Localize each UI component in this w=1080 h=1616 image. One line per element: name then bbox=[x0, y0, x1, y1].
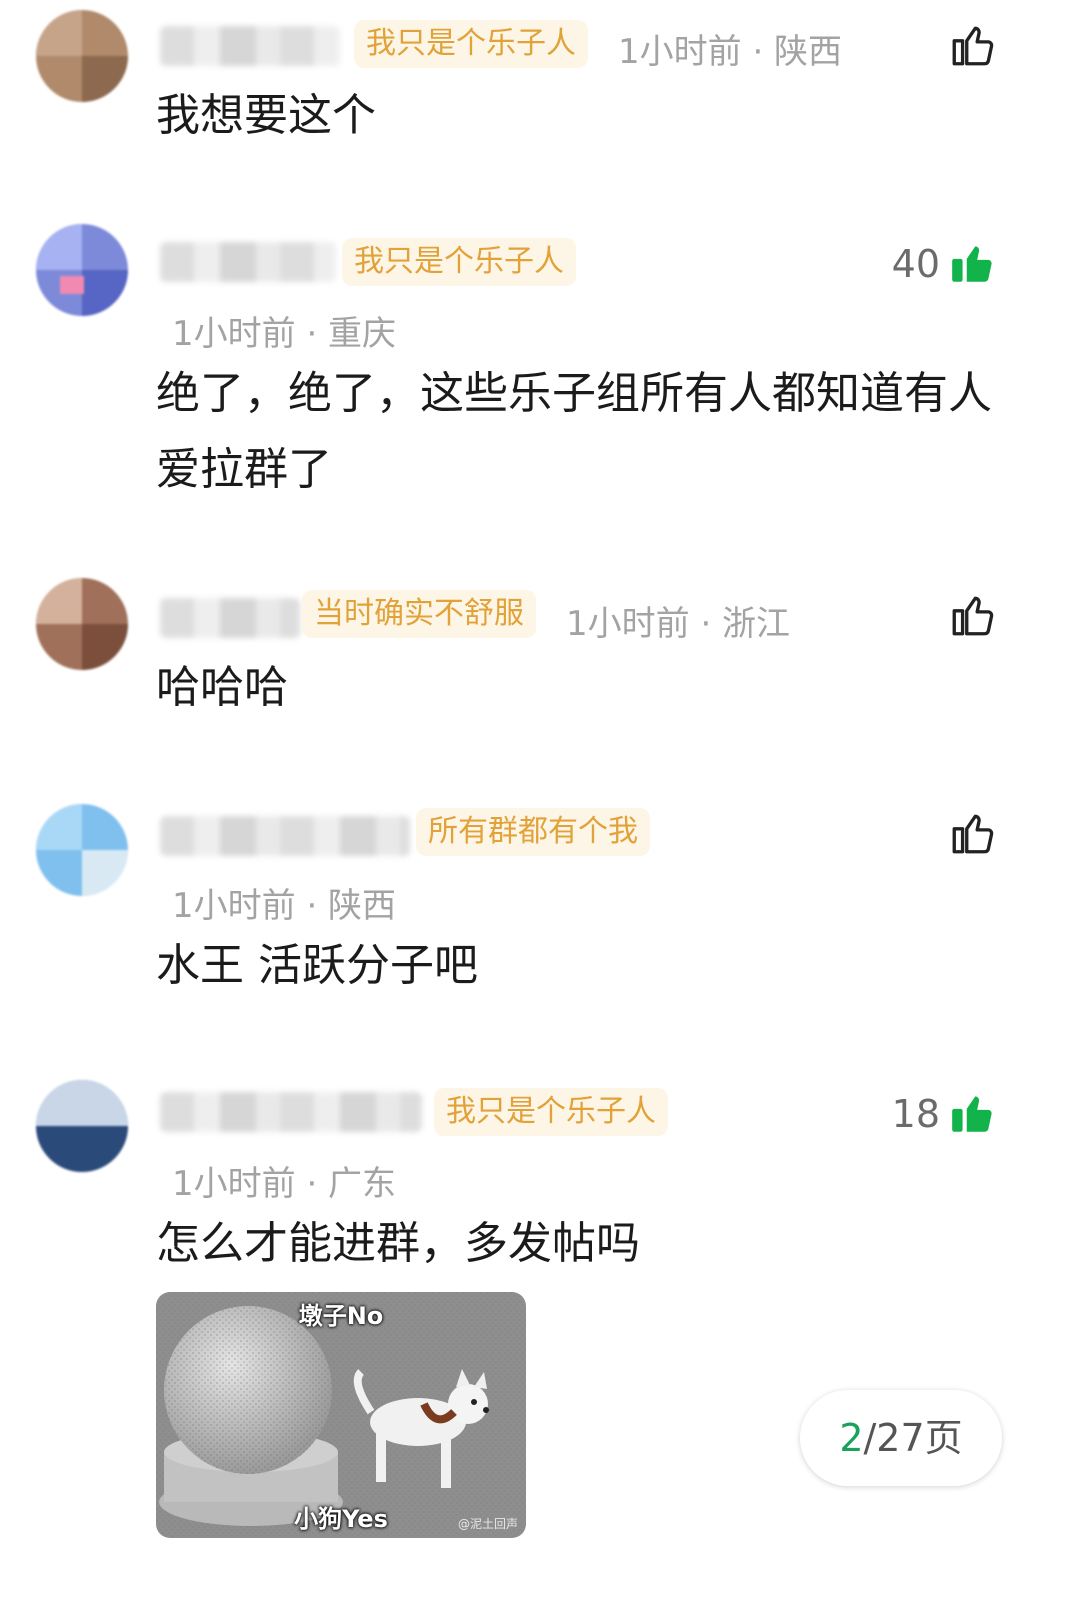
user-badge: 我只是个乐子人 bbox=[342, 238, 576, 286]
username-blurred[interactable] bbox=[160, 816, 410, 856]
page-indicator[interactable]: 2/27页 bbox=[800, 1390, 1002, 1486]
username-blurred[interactable] bbox=[160, 598, 300, 638]
thumbs-up-filled-icon[interactable] bbox=[948, 1088, 998, 1138]
user-badge: 我只是个乐子人 bbox=[434, 1088, 668, 1136]
thumbs-up-filled-icon[interactable] bbox=[948, 238, 998, 288]
avatar[interactable] bbox=[36, 10, 128, 102]
comment-text: 水王 活跃分子吧 bbox=[156, 940, 478, 991]
avatar[interactable] bbox=[36, 804, 128, 896]
avatar[interactable] bbox=[36, 224, 128, 316]
meme-caption-top: 墩子No bbox=[298, 1302, 384, 1330]
comment-text: 我想要这个 bbox=[156, 90, 376, 141]
comment-meta: 1小时前 · 陕西 bbox=[172, 886, 397, 926]
meme-image[interactable]: 墩子No 小狗Yes @泥土回声 bbox=[156, 1292, 526, 1538]
total-pages: /27页 bbox=[863, 1416, 963, 1460]
comment-meta: 1小时前 · 广东 bbox=[172, 1164, 397, 1204]
current-page: 2 bbox=[839, 1416, 864, 1460]
username-blurred[interactable] bbox=[160, 26, 340, 66]
thumbs-up-outline-icon[interactable] bbox=[948, 590, 998, 640]
avatar[interactable] bbox=[36, 1080, 128, 1172]
comment-text: 怎么才能进群，多发帖吗 bbox=[156, 1218, 640, 1269]
like-count: 40 bbox=[891, 242, 940, 286]
comment-meta: 1小时前 · 浙江 bbox=[566, 604, 791, 644]
username-blurred[interactable] bbox=[160, 242, 336, 282]
user-badge: 所有群都有个我 bbox=[416, 808, 650, 856]
comment-meta: 1小时前 · 重庆 bbox=[172, 314, 397, 354]
user-badge: 当时确实不舒服 bbox=[302, 590, 536, 638]
thumbs-up-outline-icon[interactable] bbox=[948, 808, 998, 858]
comment-text: 哈哈哈 bbox=[156, 662, 288, 713]
avatar[interactable] bbox=[36, 578, 128, 670]
meme-watermark: @泥土回声 bbox=[457, 1517, 518, 1531]
user-badge: 我只是个乐子人 bbox=[354, 20, 588, 68]
thumbs-up-outline-icon[interactable] bbox=[948, 20, 998, 70]
like-count: 18 bbox=[891, 1092, 940, 1136]
comment-meta: 1小时前 · 陕西 bbox=[618, 32, 843, 72]
comment-text: 绝了，绝了，这些乐子组所有人都知道有人爱拉群了 bbox=[156, 368, 992, 495]
username-blurred[interactable] bbox=[160, 1092, 422, 1132]
